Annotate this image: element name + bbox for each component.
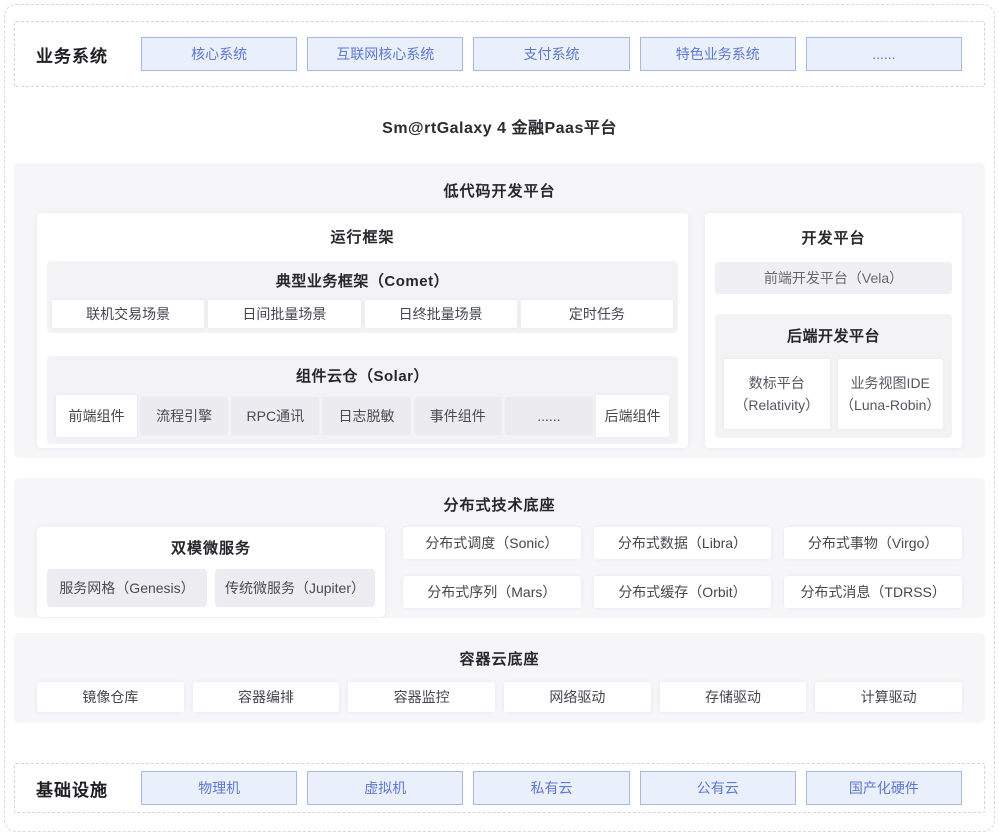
runtime-framework-card: 运行框架 典型业务框架（Comet） 联机交易场景 日间批量场景 日终批量场景 … [37,213,688,448]
solar-component-title: 组件云仓（Solar） [56,365,669,386]
container-cloud-title: 容器云底座 [37,648,962,669]
dual-mode-item: 服务网格（Genesis） [47,569,207,607]
lowcode-platform-panel: 低代码开发平台 运行框架 典型业务框架（Comet） 联机交易场景 日间批量场景… [14,163,985,458]
dual-mode-microservice-card: 双模微服务 服务网格（Genesis） 传统微服务（Jupiter） [37,527,385,617]
business-system-box: 特色业务系统 [640,37,796,71]
solar-items: 前端组件 流程引擎 RPC通讯 日志脱敏 事件组件 ...... 后端组件 [56,395,669,437]
business-system-box: ...... [806,37,962,71]
container-cloud-item: 存储驱动 [660,682,807,712]
architecture-diagram: 业务系统 核心系统 互联网核心系统 支付系统 特色业务系统 ...... Sm@… [4,4,995,832]
dual-mode-item: 传统微服务（Jupiter） [215,569,375,607]
distributed-services-grid: 分布式调度（Sonic） 分布式数据（Libra） 分布式事物（Virgo） 分… [403,527,962,617]
container-cloud-item: 容器监控 [348,682,495,712]
distributed-base-panel: 分布式技术底座 双模微服务 服务网格（Genesis） 传统微服务（Jupite… [14,478,985,618]
container-cloud-item: 镜像仓库 [37,682,184,712]
comet-items: 联机交易场景 日间批量场景 日终批量场景 定时任务 [52,300,673,328]
backend-dev-items: 数标平台 （Relativity） 业务视图IDE （Luna-Robin） [724,359,943,429]
infrastructure-box: 虚拟机 [307,771,463,805]
dev-platform-title: 开发平台 [715,227,952,248]
solar-middle-item: RPC通讯 [231,397,319,435]
container-cloud-items: 镜像仓库 容器编排 容器监控 网络驱动 存储驱动 计算驱动 [37,682,962,712]
business-system-box: 互联网核心系统 [307,37,463,71]
infrastructure-box: 私有云 [473,771,629,805]
solar-middle-item: 流程引擎 [140,397,228,435]
container-cloud-item: 计算驱动 [815,682,962,712]
distributed-service-item: 分布式事物（Virgo） [784,527,962,559]
distributed-service-item: 分布式消息（TDRSS） [784,576,962,608]
backend-dev-platform-group: 后端开发平台 数标平台 （Relativity） 业务视图IDE （Luna-R… [715,314,952,438]
distributed-base-title: 分布式技术底座 [37,494,962,515]
lowcode-platform-title: 低代码开发平台 [37,180,962,201]
container-cloud-item: 容器编排 [193,682,340,712]
lowcode-platform-body: 运行框架 典型业务框架（Comet） 联机交易场景 日间批量场景 日终批量场景 … [37,213,962,448]
infrastructure-list: 物理机 虚拟机 私有云 公有云 国产化硬件 [141,771,962,805]
infrastructure-box: 国产化硬件 [806,771,962,805]
backend-dev-platform-title: 后端开发平台 [724,325,943,346]
distributed-service-item: 分布式调度（Sonic） [403,527,581,559]
business-system-box: 核心系统 [141,37,297,71]
dev-platform-card: 开发平台 前端开发平台（Vela） 后端开发平台 数标平台 （Relativit… [705,213,962,448]
solar-middle-item: 日志脱敏 [322,397,410,435]
solar-frontend-item: 前端组件 [56,395,137,437]
solar-middle-item: 事件组件 [414,397,502,435]
container-cloud-item: 网络驱动 [504,682,651,712]
infrastructure-label: 基础设施 [36,776,141,801]
comet-item: 日终批量场景 [365,300,517,328]
container-cloud-panel: 容器云底座 镜像仓库 容器编排 容器监控 网络驱动 存储驱动 计算驱动 [14,633,985,723]
solar-component-group: 组件云仓（Solar） 前端组件 流程引擎 RPC通讯 日志脱敏 事件组件 ..… [47,356,678,444]
frontend-dev-platform-box: 前端开发平台（Vela） [715,262,952,294]
business-systems-section: 业务系统 核心系统 互联网核心系统 支付系统 特色业务系统 ...... [14,21,985,87]
comet-item: 定时任务 [521,300,673,328]
solar-backend-item: 后端组件 [596,395,669,437]
comet-framework-title: 典型业务框架（Comet） [52,270,673,291]
platform-title: Sm@rtGalaxy 4 金融Paas平台 [14,114,985,138]
business-system-box: 支付系统 [473,37,629,71]
infrastructure-box: 公有云 [640,771,796,805]
dual-mode-title: 双模微服务 [47,537,375,558]
backend-dev-item: 数标平台 （Relativity） [724,359,830,429]
business-systems-list: 核心系统 互联网核心系统 支付系统 特色业务系统 ...... [141,37,962,71]
distributed-body: 双模微服务 服务网格（Genesis） 传统微服务（Jupiter） 分布式调度… [37,527,962,617]
comet-item: 日间批量场景 [208,300,360,328]
infrastructure-section: 基础设施 物理机 虚拟机 私有云 公有云 国产化硬件 [14,763,985,813]
distributed-service-item: 分布式缓存（Orbit） [594,576,772,608]
comet-framework-group: 典型业务框架（Comet） 联机交易场景 日间批量场景 日终批量场景 定时任务 [47,261,678,333]
comet-item: 联机交易场景 [52,300,204,328]
dual-mode-items: 服务网格（Genesis） 传统微服务（Jupiter） [47,569,375,607]
infrastructure-box: 物理机 [141,771,297,805]
backend-dev-item: 业务视图IDE （Luna-Robin） [838,359,944,429]
business-systems-label: 业务系统 [36,42,141,67]
runtime-framework-title: 运行框架 [47,226,678,247]
distributed-service-item: 分布式序列（Mars） [403,576,581,608]
solar-middle-item: ...... [505,397,593,435]
distributed-service-item: 分布式数据（Libra） [594,527,772,559]
